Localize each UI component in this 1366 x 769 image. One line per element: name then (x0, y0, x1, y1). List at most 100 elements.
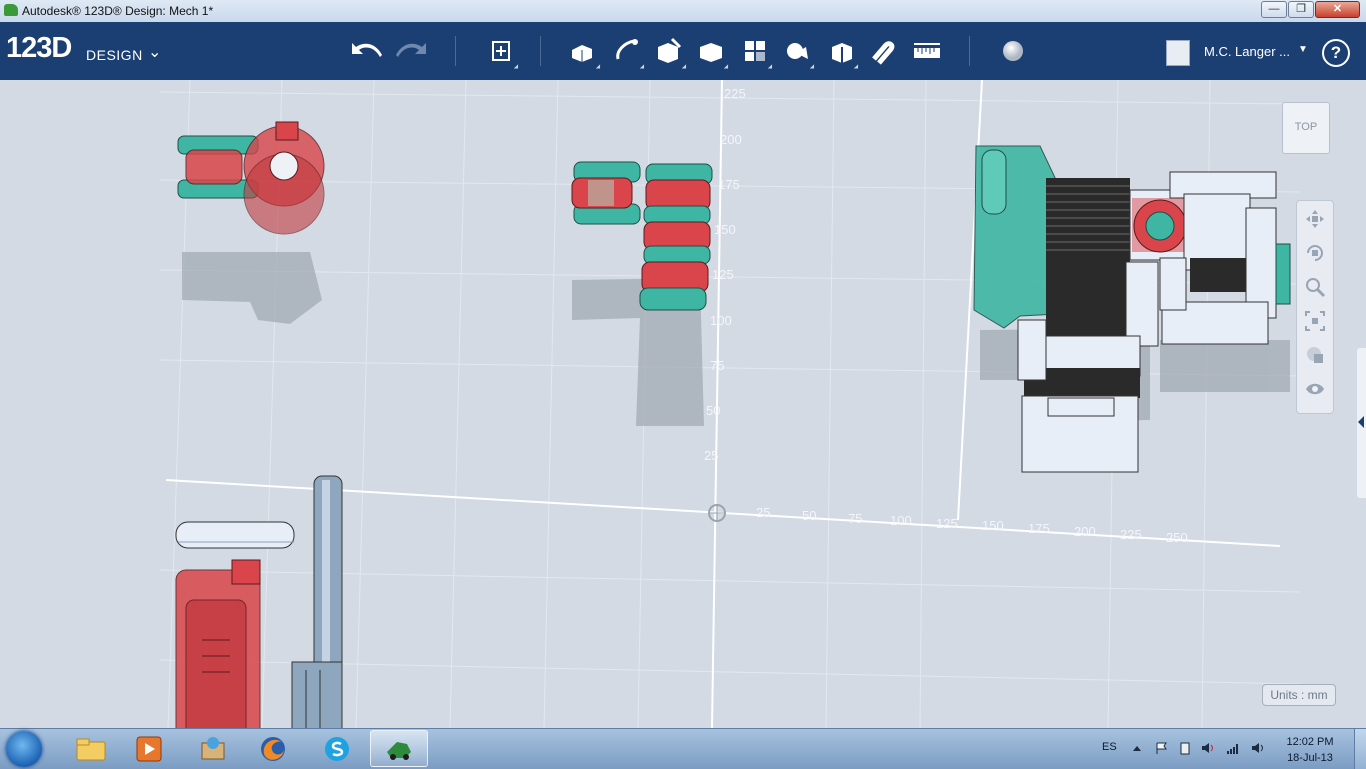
material-button[interactable] (996, 36, 1030, 66)
system-clock[interactable]: 12:02 PM 18-Jul-13 (1278, 734, 1342, 766)
taskbar-app-skype[interactable] (308, 730, 366, 767)
chevron-down-icon: ⌄ (148, 44, 162, 61)
primitives-icon (572, 45, 592, 62)
pattern-tool-button[interactable] (738, 36, 775, 71)
sketch-icon (616, 39, 638, 60)
transform-tool-button[interactable] (484, 36, 521, 71)
x-tick-label: 100 (890, 513, 912, 528)
construct-tool-button[interactable] (652, 36, 689, 71)
orbit-button[interactable] (1301, 239, 1329, 267)
x-tick-label: 50 (802, 508, 817, 523)
material-view-button[interactable] (1301, 341, 1329, 369)
chevron-down-icon[interactable]: ▼ (1298, 44, 1308, 55)
network-signal-icon[interactable] (1226, 741, 1240, 755)
firefox-icon (261, 736, 285, 761)
window-title-bar: Autodesk® 123D® Design: Mech 1* — ❐ ✕ (0, 0, 1366, 23)
show-desktop-button[interactable] (1354, 729, 1366, 769)
start-button[interactable] (6, 731, 42, 767)
grouping-icon (787, 43, 808, 59)
combine-icon (832, 43, 852, 63)
orbit-icon (1307, 245, 1323, 261)
measure-tool-button[interactable] (910, 36, 944, 66)
windows-taskbar: ES 12:02 PM 18-Jul-13 (0, 728, 1366, 769)
fit-icon (1305, 311, 1325, 331)
123d-design-icon (387, 741, 411, 760)
y-tick-label: 50 (706, 403, 721, 418)
toolbar-divider (540, 36, 541, 66)
x-tick-label: 125 (936, 516, 958, 531)
close-button[interactable]: ✕ (1315, 1, 1360, 18)
y-tick-label: 25 (704, 448, 719, 463)
sketch-tool-button[interactable] (610, 36, 647, 71)
chevron-left-icon (1358, 416, 1364, 428)
zoom-button[interactable] (1301, 273, 1329, 301)
combine-tool-button[interactable] (824, 36, 861, 71)
x-tick-label: 225 (1120, 527, 1142, 542)
app-menu-button[interactable]: 123D DESIGN ⌄ (6, 32, 161, 65)
redo-arrow-icon (396, 43, 426, 57)
undo-button[interactable] (350, 36, 384, 66)
modify-icon (700, 43, 722, 62)
view-cube[interactable]: TOP (1282, 102, 1330, 154)
y-tick-label: 200 (720, 132, 742, 147)
volume-icon[interactable] (1200, 741, 1214, 755)
safely-remove-icon[interactable] (1178, 741, 1192, 755)
taskbar-app-firefox[interactable] (244, 730, 302, 767)
ruler-measure-icon (914, 43, 940, 58)
x-tick-label: 150 (982, 518, 1004, 533)
paint-icon (201, 736, 225, 759)
help-button[interactable]: ? (1322, 39, 1350, 67)
redo-button[interactable] (394, 36, 428, 66)
workspace-scene[interactable] (0, 80, 1366, 728)
user-name[interactable]: M.C. Langer ... (1204, 44, 1290, 59)
logo-subtitle: DESIGN (86, 47, 143, 63)
toolbar-divider (455, 36, 456, 66)
pan-icon (1306, 210, 1324, 228)
clock-time: 12:02 PM (1286, 736, 1334, 748)
part-red-ring-assembly[interactable] (177, 121, 325, 235)
part-gearbox-assembly[interactable] (973, 145, 1291, 473)
undo-arrow-icon (352, 43, 382, 57)
pattern-icon (745, 41, 765, 61)
primitives-tool-button[interactable] (566, 36, 603, 71)
maximize-button[interactable]: ❐ (1288, 1, 1314, 18)
y-tick-label: 150 (714, 222, 736, 237)
taskbar-app-explorer[interactable] (62, 730, 120, 767)
grouping-tool-button[interactable] (780, 36, 817, 71)
y-tick-label: 225 (724, 86, 746, 101)
avatar[interactable] (1166, 40, 1190, 66)
fit-button[interactable] (1301, 307, 1329, 335)
y-tick-label: 75 (710, 358, 725, 373)
media-player-icon (136, 736, 162, 761)
toolbar-divider (969, 36, 970, 66)
action-center-flag-icon[interactable] (1154, 741, 1168, 755)
minimize-button[interactable]: — (1261, 1, 1287, 18)
part-red-cylinder[interactable] (175, 559, 261, 728)
part-grey-rod[interactable] (291, 475, 343, 728)
pan-button[interactable] (1301, 205, 1329, 233)
3d-viewport[interactable]: 225 200 175 150 125 100 75 50 25 25 50 7… (0, 80, 1366, 728)
x-tick-label: 200 (1074, 524, 1096, 539)
transform-icon (492, 41, 510, 61)
modify-tool-button[interactable] (694, 36, 731, 71)
visibility-eye-icon (1306, 383, 1324, 395)
x-tick-label: 250 (1166, 530, 1188, 545)
x-tick-label: 175 (1028, 521, 1050, 536)
side-panel-toggle[interactable] (1357, 348, 1366, 498)
taskbar-app-media-player[interactable] (120, 730, 178, 767)
snap-tool-button[interactable] (866, 36, 900, 66)
units-label[interactable]: Units : mm (1262, 684, 1336, 706)
speaker-icon[interactable] (1250, 741, 1264, 755)
navigation-bar (1296, 200, 1334, 414)
part-light-bracket[interactable] (175, 521, 295, 549)
taskbar-app-123d-design[interactable] (370, 730, 428, 767)
material-view-icon (1307, 347, 1323, 363)
skype-icon (325, 736, 349, 761)
show-hidden-icons-icon[interactable] (1130, 741, 1144, 755)
language-indicator[interactable]: ES (1102, 741, 1117, 753)
taskbar-app-paint[interactable] (184, 730, 242, 767)
y-tick-label: 175 (718, 177, 740, 192)
logo-text: 123D (6, 32, 72, 64)
x-tick-label: 25 (756, 505, 771, 520)
visibility-button[interactable] (1301, 375, 1329, 403)
